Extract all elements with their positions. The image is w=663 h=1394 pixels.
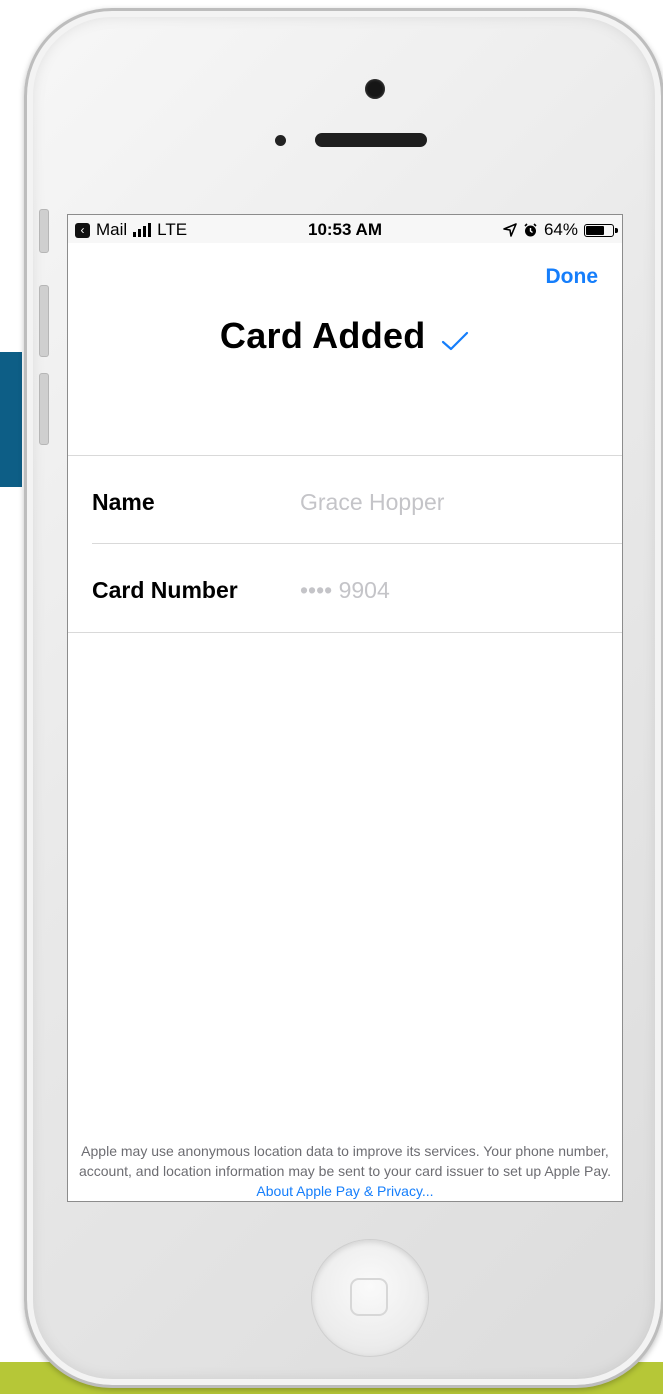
location-arrow-icon bbox=[503, 223, 517, 237]
alarm-clock-icon bbox=[524, 222, 537, 236]
home-button[interactable] bbox=[311, 1239, 429, 1357]
battery-percent: 64% bbox=[543, 220, 578, 239]
page-header: Card Added bbox=[68, 315, 622, 357]
card-number-label: Card Number bbox=[92, 577, 238, 603]
proximity-sensor bbox=[275, 135, 286, 146]
phone-screen: ‹ Mail LTE 10:53 AM 64% Done Card Added … bbox=[67, 214, 623, 1202]
privacy-link[interactable]: About Apple Pay & Privacy... bbox=[256, 1183, 433, 1199]
battery-nub bbox=[615, 227, 618, 233]
card-number-row: Card Number •••• 9904 bbox=[68, 544, 622, 632]
done-button[interactable]: Done bbox=[546, 265, 599, 289]
volume-up-button bbox=[39, 285, 49, 357]
battery-fill bbox=[586, 225, 604, 235]
card-number-value: •••• 9904 bbox=[300, 577, 390, 603]
earpiece-speaker bbox=[315, 133, 427, 147]
row-separator-bottom bbox=[68, 632, 622, 633]
checkmark-icon bbox=[441, 331, 469, 350]
front-camera bbox=[365, 79, 385, 99]
name-row: Name Grace Hopper bbox=[68, 456, 622, 544]
page-title: Card Added bbox=[219, 315, 426, 356]
background-blue-block bbox=[0, 352, 22, 487]
name-value: Grace Hopper bbox=[300, 489, 445, 515]
mute-switch bbox=[39, 209, 49, 253]
volume-down-button bbox=[39, 373, 49, 445]
home-button-icon bbox=[350, 1278, 388, 1316]
battery-icon bbox=[584, 223, 618, 237]
name-label: Name bbox=[92, 489, 155, 515]
privacy-text: Apple may use anonymous location data to… bbox=[78, 1143, 612, 1179]
privacy-footer: Apple may use anonymous location data to… bbox=[74, 1141, 616, 1201]
status-right: 64% bbox=[503, 220, 618, 240]
status-bar: ‹ Mail LTE 10:53 AM 64% bbox=[68, 215, 622, 243]
